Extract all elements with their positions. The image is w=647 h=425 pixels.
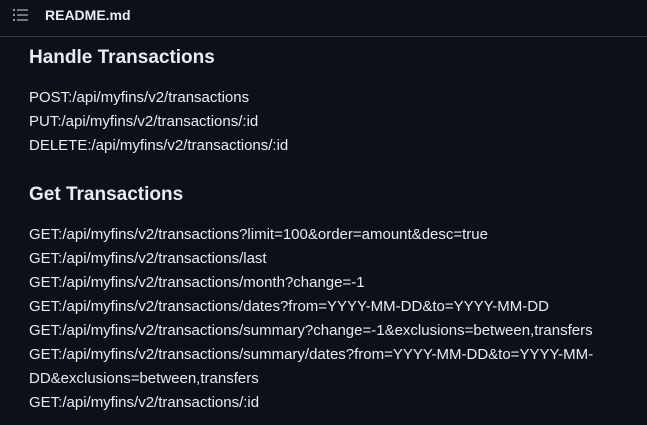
endpoint-line: GET:/api/myfins/v2/transactions/:id (29, 394, 260, 411)
endpoint-line: POST:/api/myfins/v2/transactions (29, 89, 250, 106)
endpoint-line: GET:/api/myfins/v2/transactions/summary/… (29, 346, 594, 363)
endpoint-line: DELETE:/api/myfins/v2/transactions/:id (29, 137, 289, 154)
heading-get-transactions: Get Transactions (29, 184, 184, 205)
endpoint-line: PUT:/api/myfins/v2/transactions/:id (29, 113, 259, 130)
endpoint-line: GET:/api/myfins/v2/transactions/last (29, 250, 267, 267)
heading-handle-transactions: Handle Transactions (29, 47, 215, 68)
endpoint-line: DD&exclusions=between,transfers (29, 370, 259, 387)
endpoint-line: GET:/api/myfins/v2/transactions/month?ch… (29, 274, 365, 291)
file-name: README.md (45, 7, 131, 23)
endpoint-line: GET:/api/myfins/v2/transactions/dates?fr… (29, 298, 549, 315)
outline-button[interactable] (8, 4, 34, 26)
file-header: README.md (0, 0, 647, 37)
endpoint-line: GET:/api/myfins/v2/transactions?limit=10… (29, 226, 488, 243)
list-unordered-icon (13, 9, 28, 21)
endpoint-line: GET:/api/myfins/v2/transactions/summary?… (29, 322, 593, 339)
